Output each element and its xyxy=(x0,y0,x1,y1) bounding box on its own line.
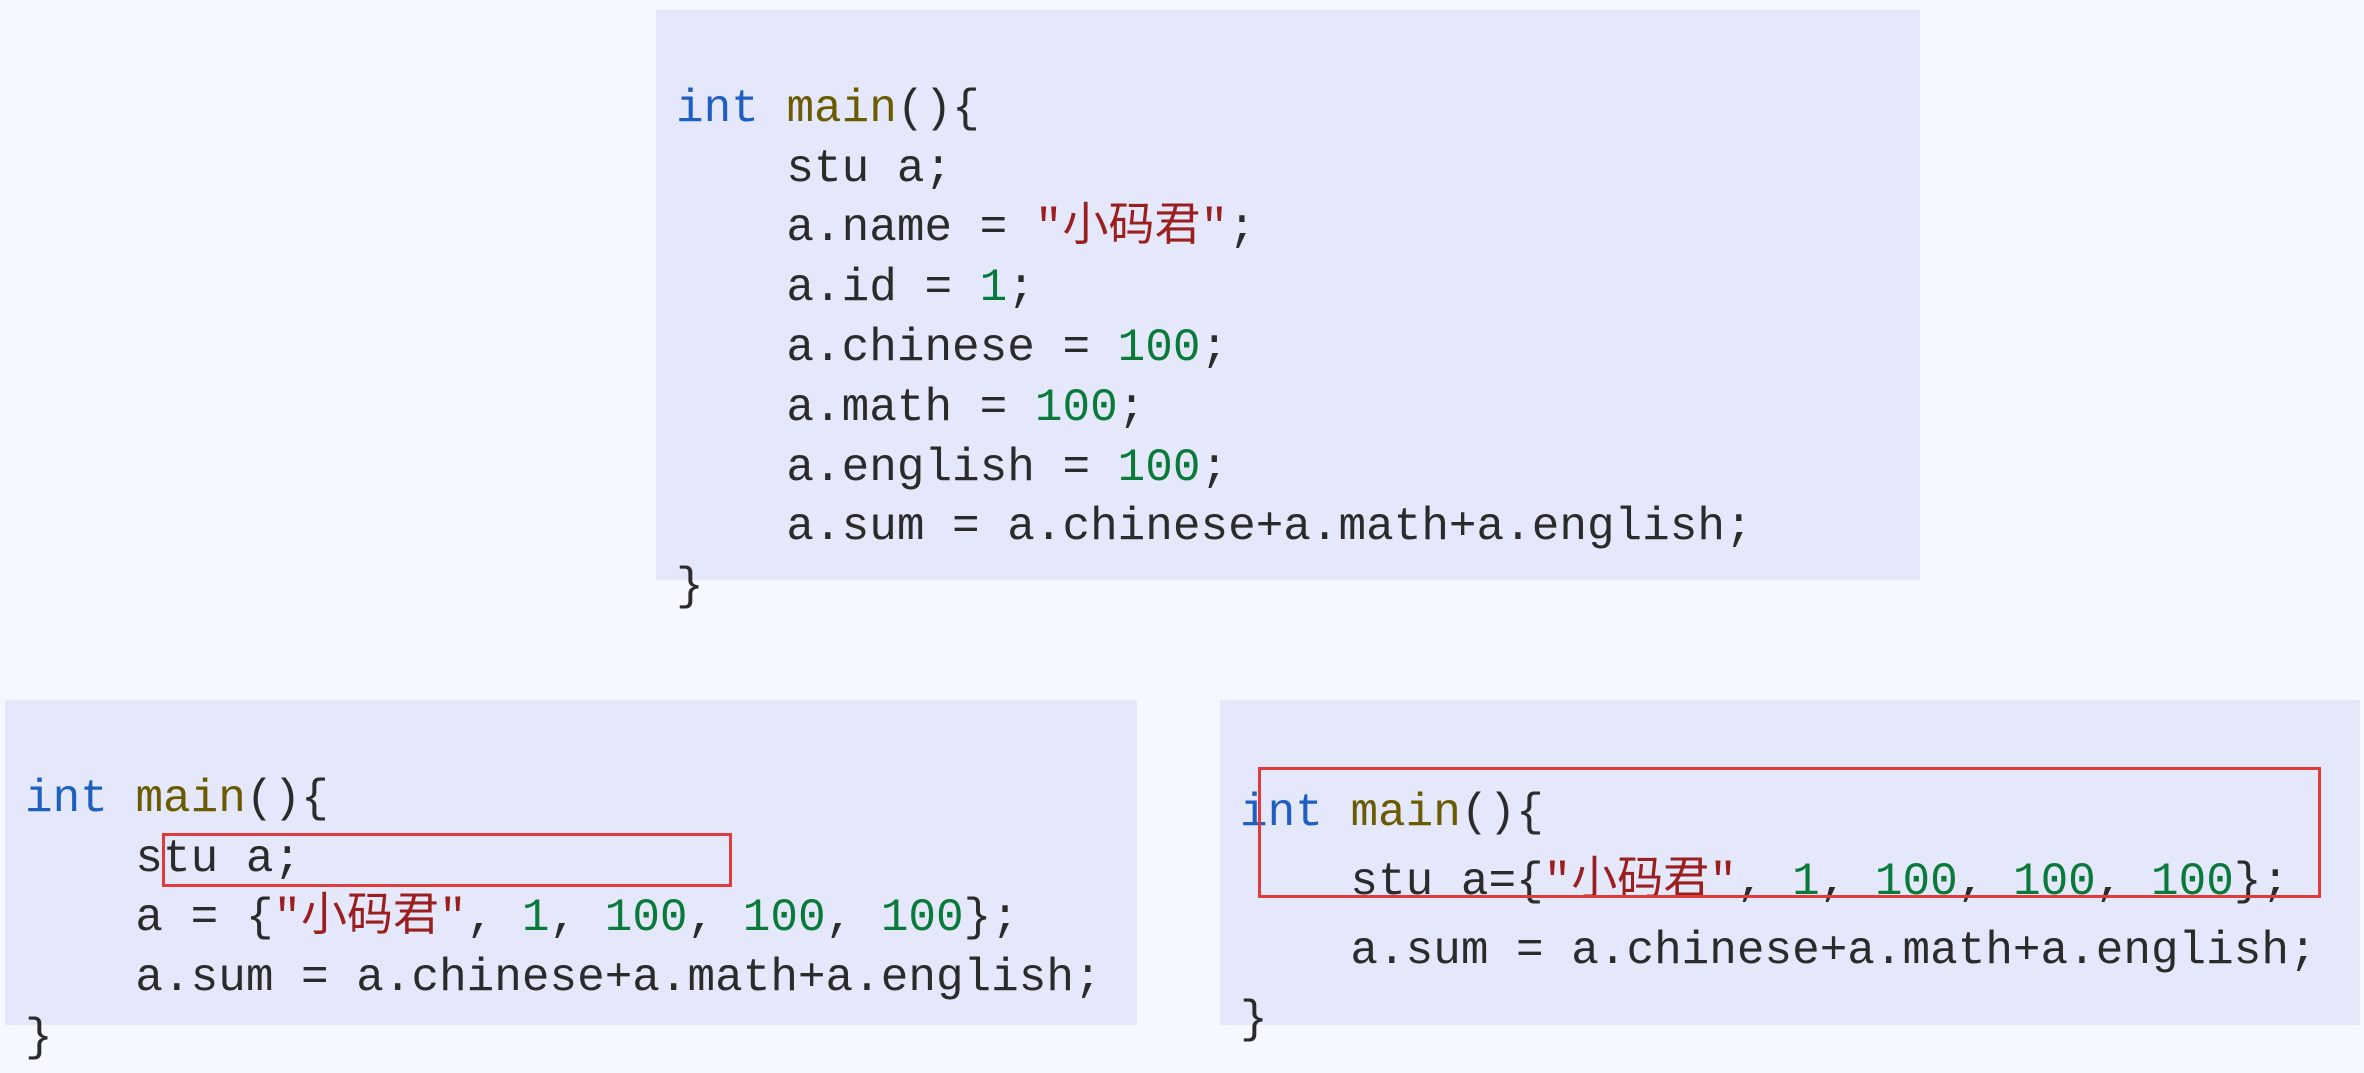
code-line: a.chinese = 100; xyxy=(676,322,1228,374)
code-line: int main(){ xyxy=(1240,787,1544,839)
code-line: stu a; xyxy=(676,143,952,195)
code-line: a.sum = a.chinese+a.math+a.english; xyxy=(676,501,1753,553)
code-line: a.english = 100; xyxy=(676,442,1228,494)
code-block-bottom-right: int main(){ stu a={"小码君", 1, 100, 100, 1… xyxy=(1220,700,2360,1025)
code-line: int main(){ xyxy=(676,83,980,135)
code-line: a.math = 100; xyxy=(676,382,1145,434)
code-block-bottom-left: int main(){ stu a; a = {"小码君", 1, 100, 1… xyxy=(5,700,1137,1025)
code-line: stu a; xyxy=(25,833,301,885)
code-line: } xyxy=(676,561,704,613)
code-line: } xyxy=(1240,994,1268,1046)
code-line: a.name = "小码君"; xyxy=(676,202,1256,254)
code-line: a.sum = a.chinese+a.math+a.english; xyxy=(25,952,1102,1004)
code-block-top: int main(){ stu a; a.name = "小码君"; a.id … xyxy=(656,10,1920,580)
code-line: int main(){ xyxy=(25,773,329,825)
code-line: a.id = 1; xyxy=(676,262,1035,314)
code-line: a.sum = a.chinese+a.math+a.english; xyxy=(1240,925,2317,977)
code-line: stu a={"小码君", 1, 100, 100, 100}; xyxy=(1240,856,2289,908)
code-line: } xyxy=(25,1012,53,1064)
code-line: a = {"小码君", 1, 100, 100, 100}; xyxy=(25,892,1019,944)
